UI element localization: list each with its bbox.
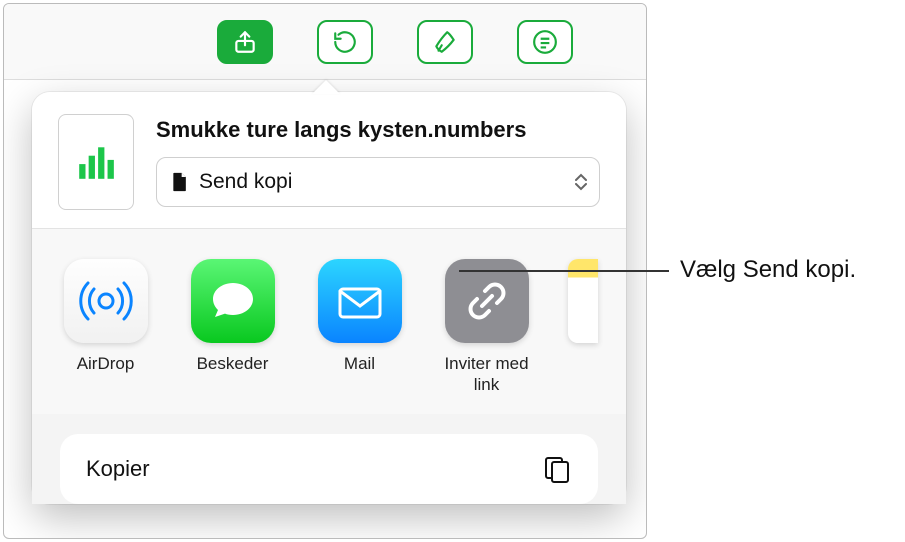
share-target-mail[interactable]: Mail (314, 259, 405, 396)
undo-icon (332, 29, 358, 55)
brush-icon (432, 29, 458, 55)
app-label: AirDrop (77, 353, 135, 374)
undo-button[interactable] (317, 20, 373, 64)
share-target-airdrop[interactable]: AirDrop (60, 259, 151, 396)
share-target-messages[interactable]: Beskeder (187, 259, 278, 396)
share-icon (232, 29, 258, 55)
callout-text: Vælg Send kopi. (680, 256, 856, 284)
list-icon (532, 29, 558, 55)
document-glyph-icon (171, 172, 189, 192)
copy-action[interactable]: Kopier (60, 434, 598, 504)
send-copy-select[interactable]: Send kopi (156, 157, 600, 207)
file-title: Smukke ture langs kysten.numbers (156, 117, 600, 143)
share-target-notes[interactable] (568, 259, 598, 396)
share-target-invite-link[interactable]: Inviter med link (441, 259, 532, 396)
popover-arrow (312, 80, 340, 94)
numbers-doc-icon (75, 141, 117, 183)
sheet-header: Smukke ture langs kysten.numbers Send ko… (32, 92, 626, 228)
format-button[interactable] (417, 20, 473, 64)
chevron-up-down-icon (575, 173, 587, 191)
actions-area: Kopier (32, 414, 626, 504)
airdrop-icon (64, 259, 148, 343)
header-right: Smukke ture langs kysten.numbers Send ko… (156, 117, 600, 207)
messages-icon (191, 259, 275, 343)
copy-icon (542, 454, 572, 484)
document-thumbnail (58, 114, 134, 210)
copy-label: Kopier (86, 456, 150, 482)
mail-icon (318, 259, 402, 343)
callout-line (459, 270, 669, 272)
toolbar (4, 4, 646, 80)
app-label: Mail (344, 353, 375, 374)
app-label: Inviter med link (441, 353, 532, 396)
app-label: Beskeder (197, 353, 269, 374)
share-sheet: Smukke ture langs kysten.numbers Send ko… (32, 92, 626, 504)
more-button[interactable] (517, 20, 573, 64)
share-button[interactable] (217, 20, 273, 64)
share-apps-row[interactable]: AirDrop Beskeder Mail Inviter med link (32, 229, 626, 414)
send-select-label: Send kopi (199, 170, 292, 194)
